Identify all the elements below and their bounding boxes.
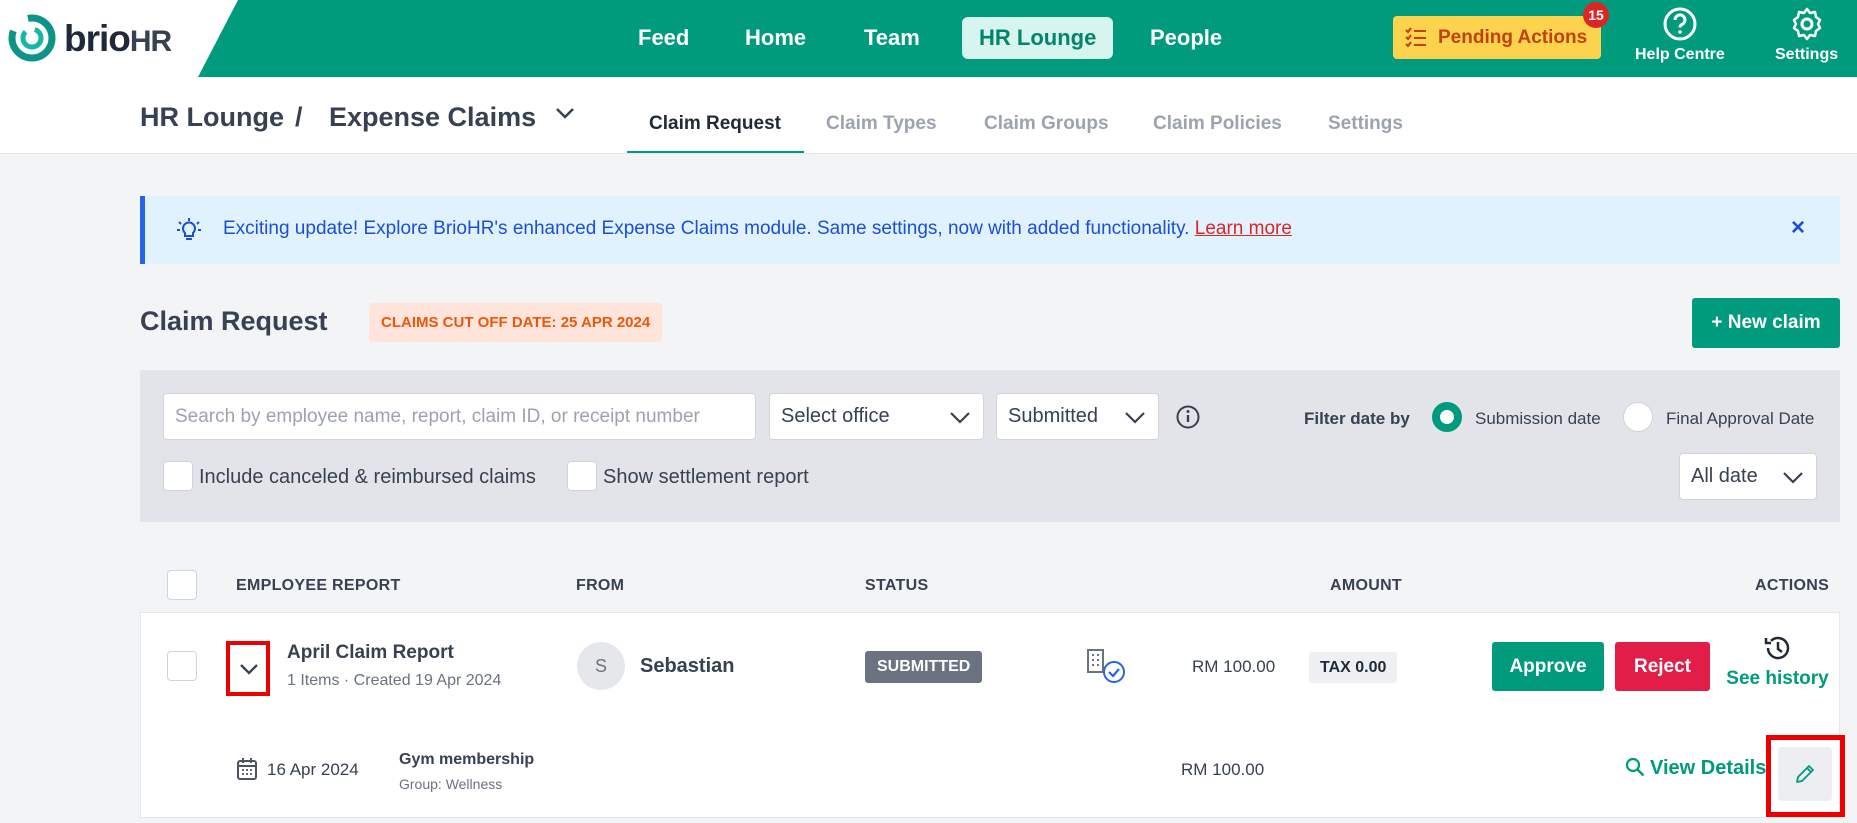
include-canceled-label[interactable]: Include canceled & reimbursed claims bbox=[199, 466, 536, 489]
radio-submission-date[interactable] bbox=[1432, 402, 1462, 432]
search-input[interactable] bbox=[164, 394, 755, 439]
col-from: FROM bbox=[576, 577, 625, 594]
banner-message: Exciting update! Explore BrioHR's enhanc… bbox=[223, 218, 1292, 240]
top-navbar: brioHR Feed Home Team HR Lounge People P… bbox=[0, 0, 1857, 77]
help-icon bbox=[1663, 7, 1697, 41]
filter-date-label: Filter date by bbox=[1304, 409, 1410, 428]
show-settlement-label[interactable]: Show settlement report bbox=[603, 466, 809, 489]
tab-claim-groups[interactable]: Claim Groups bbox=[984, 113, 1109, 135]
tab-settings[interactable]: Settings bbox=[1328, 113, 1403, 135]
row-amount: RM 100.00 bbox=[1192, 657, 1276, 676]
history-icon bbox=[1764, 636, 1789, 660]
checklist-icon bbox=[1405, 27, 1426, 47]
tab-claim-policies[interactable]: Claim Policies bbox=[1153, 113, 1282, 135]
select-all-checkbox[interactable] bbox=[167, 570, 197, 600]
calendar-icon bbox=[237, 758, 257, 780]
nav-people[interactable]: People bbox=[1133, 17, 1239, 59]
view-details-label: View Details bbox=[1650, 757, 1767, 779]
item-group: Group: Wellness bbox=[399, 776, 503, 792]
report-name[interactable]: April Claim Report bbox=[287, 642, 454, 664]
report-meta: 1 Items · Created 19 Apr 2024 bbox=[287, 672, 502, 689]
search-field[interactable] bbox=[163, 393, 756, 440]
nav-hr-lounge[interactable]: HR Lounge bbox=[962, 17, 1114, 59]
cutoff-date-badge: CLAIMS CUT OFF DATE: 25 APR 2024 bbox=[369, 303, 663, 342]
pencil-icon bbox=[1796, 765, 1814, 783]
search-icon bbox=[1625, 757, 1645, 777]
status-select[interactable]: Submitted bbox=[996, 393, 1159, 440]
active-tab-indicator bbox=[627, 151, 804, 153]
col-status: STATUS bbox=[865, 577, 929, 594]
from-name: Sebastian bbox=[640, 655, 735, 677]
close-icon[interactable]: × bbox=[1791, 214, 1805, 242]
view-details-link[interactable]: View Details bbox=[1625, 757, 1766, 780]
chevron-down-icon bbox=[950, 412, 970, 424]
approve-button[interactable]: Approve bbox=[1492, 642, 1604, 691]
item-amount: RM 100.00 bbox=[1181, 760, 1265, 779]
gear-icon bbox=[1792, 7, 1821, 41]
radio-final-approval-label[interactable]: Final Approval Date bbox=[1666, 409, 1814, 429]
office-select-value: Select office bbox=[781, 405, 890, 427]
breadcrumb-separator: / bbox=[295, 102, 303, 132]
pending-count-badge: 15 bbox=[1583, 2, 1609, 28]
item-date: 16 Apr 2024 bbox=[267, 760, 359, 779]
tab-claim-request[interactable]: Claim Request bbox=[649, 113, 781, 135]
pending-actions-button[interactable]: Pending Actions bbox=[1393, 16, 1601, 59]
nav-feed[interactable]: Feed bbox=[621, 17, 706, 59]
status-select-value: Submitted bbox=[1008, 405, 1099, 427]
breadcrumb-page: Expense Claims bbox=[329, 102, 537, 132]
office-select[interactable]: Select office bbox=[769, 393, 984, 440]
page-title: Claim Request bbox=[140, 306, 328, 336]
avatar: S bbox=[577, 642, 625, 690]
pending-actions-label: Pending Actions bbox=[1438, 27, 1588, 48]
see-history-button[interactable]: See history bbox=[1720, 632, 1835, 690]
edit-highlight bbox=[1766, 735, 1845, 817]
tab-claim-types[interactable]: Claim Types bbox=[826, 113, 937, 135]
tax-badge: TAX 0.00 bbox=[1309, 652, 1398, 683]
logo-suffix: HR bbox=[129, 25, 172, 58]
logo-text: brio bbox=[64, 18, 131, 59]
chevron-down-icon bbox=[240, 664, 258, 675]
date-range-select[interactable]: All date bbox=[1679, 453, 1817, 500]
edit-button[interactable] bbox=[1778, 747, 1832, 801]
include-canceled-checkbox[interactable] bbox=[163, 461, 193, 491]
nav-home[interactable]: Home bbox=[728, 17, 823, 59]
col-amount: AMOUNT bbox=[1330, 577, 1403, 594]
settings-button[interactable]: Settings bbox=[1775, 6, 1838, 64]
date-range-value: All date bbox=[1691, 465, 1758, 487]
brio-logo-icon[interactable] bbox=[8, 14, 56, 62]
col-actions: ACTIONS bbox=[1755, 577, 1830, 594]
status-badge: SUBMITTED bbox=[865, 651, 983, 683]
info-icon[interactable] bbox=[1175, 404, 1201, 430]
office-verified-icon bbox=[1087, 649, 1125, 683]
row-expand-button[interactable] bbox=[226, 641, 270, 696]
logo-wordmark[interactable]: brioHR bbox=[64, 18, 172, 60]
see-history-label: See history bbox=[1726, 668, 1829, 689]
row-checkbox[interactable] bbox=[167, 651, 197, 681]
item-name: Gym membership bbox=[399, 751, 535, 768]
learn-more-link[interactable]: Learn more bbox=[1195, 218, 1292, 239]
radio-final-approval-date[interactable] bbox=[1623, 402, 1653, 432]
reject-button[interactable]: Reject bbox=[1615, 642, 1710, 691]
update-banner: Exciting update! Explore BrioHR's enhanc… bbox=[140, 196, 1840, 264]
help-centre-label: Help Centre bbox=[1635, 46, 1725, 63]
breadcrumb-section[interactable]: HR Lounge bbox=[140, 102, 284, 133]
banner-text: Exciting update! Explore BrioHR's enhanc… bbox=[223, 218, 1190, 239]
sub-header: HR Lounge / Expense Claims Claim Request… bbox=[0, 77, 1857, 154]
chevron-down-icon bbox=[1783, 472, 1803, 484]
chevron-down-icon[interactable] bbox=[553, 101, 577, 125]
nav-team[interactable]: Team bbox=[847, 17, 937, 59]
radio-submission-label[interactable]: Submission date bbox=[1475, 409, 1601, 429]
chevron-down-icon bbox=[1125, 412, 1145, 424]
show-settlement-checkbox[interactable] bbox=[567, 461, 597, 491]
help-centre-button[interactable]: Help Centre bbox=[1635, 6, 1725, 64]
settings-label: Settings bbox=[1775, 46, 1839, 63]
col-employee-report: EMPLOYEE REPORT bbox=[236, 577, 401, 594]
new-claim-button[interactable]: + New claim bbox=[1692, 298, 1840, 348]
lightbulb-icon bbox=[177, 218, 201, 240]
